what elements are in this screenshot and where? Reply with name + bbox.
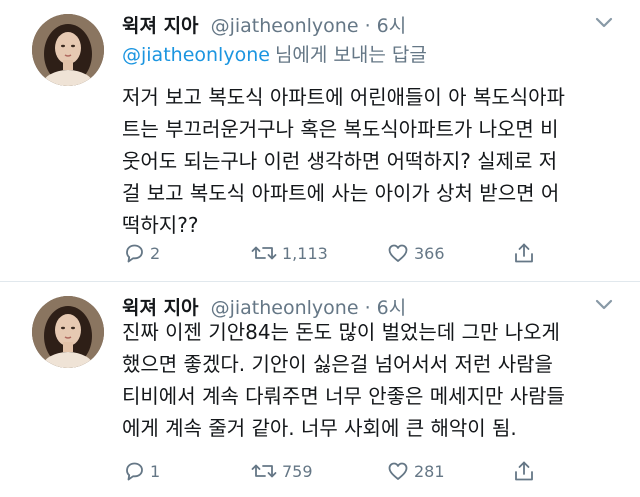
reply-to-handle[interactable]: @jiatheonlyone	[122, 44, 270, 66]
like-button[interactable]: 281	[386, 456, 445, 486]
reply-count: 2	[150, 243, 161, 263]
tweet-text-line: 떡하지??	[122, 213, 199, 237]
share-button[interactable]	[512, 456, 540, 486]
reply-to-suffix: 님에게 보내는 답글	[274, 44, 427, 66]
timestamp[interactable]: 6시	[377, 15, 407, 37]
share-icon	[515, 461, 533, 481]
user-handle[interactable]: @jiatheonlyone	[211, 15, 359, 37]
tweet-text-line: 티비에서 계속 다뤄주면 너무 안좋은 메세지만 사람들	[122, 384, 565, 408]
tweet-text-line: 진짜 이젠 기안84는 돈도 많이 벌었는데 그만 나오게	[122, 320, 560, 344]
retweet-button[interactable]: 1,113	[250, 238, 328, 268]
tweet-text-line: 트는 부끄러운거구나 혹은 복도식아파트가 나오면 비	[122, 117, 559, 141]
tweet-text-line: 했으면 좋겠다. 기안이 싫은걸 넘어서서 저런 사람을	[122, 352, 553, 376]
tweet-text: 저거 보고 복도식 아파트에 어린애들이 아 복도식아파 트는 부끄러운거구나 …	[122, 81, 622, 241]
retweet-count: 1,113	[282, 243, 328, 263]
tweet[interactable]: 윅져 지아 @jiatheonlyone · 6시 @jiatheonlyone…	[0, 0, 640, 282]
share-button[interactable]	[512, 238, 540, 268]
retweet-icon	[251, 246, 277, 260]
chevron-down-icon[interactable]	[594, 16, 614, 30]
like-button[interactable]: 366	[386, 238, 445, 268]
tweet-text-line: 걸 보고 복도식 아파트에 사는 아이가 상처 받으면 어	[122, 181, 560, 205]
tweet-text-line: 저거 보고 복도식 아파트에 어린애들이 아 복도식아파	[122, 85, 565, 109]
reply-button[interactable]: 2	[122, 238, 160, 268]
tweet-text-line: 에게 계속 줄거 같아. 너무 사회에 큰 해악이 됨.	[122, 416, 517, 440]
display-name[interactable]: 윅져 지아	[122, 15, 199, 37]
like-count: 366	[414, 243, 445, 263]
heart-icon	[388, 244, 408, 262]
avatar[interactable]	[32, 14, 104, 86]
retweet-count: 759	[282, 461, 313, 481]
heart-icon	[388, 462, 408, 480]
avatar[interactable]	[32, 296, 104, 368]
like-count: 281	[414, 461, 445, 481]
reply-button[interactable]: 1	[122, 456, 160, 486]
replying-to: @jiatheonlyone 님에게 보내는 답글	[122, 42, 427, 68]
retweet-icon	[251, 464, 277, 478]
tweet-text-line: 웃어도 되는구나 이런 생각하면 어떡하지? 실제로 저	[122, 149, 558, 173]
chevron-down-icon[interactable]	[594, 298, 614, 312]
separator-dot: ·	[364, 15, 371, 37]
tweet-header: 윅져 지아 @jiatheonlyone · 6시	[122, 12, 406, 40]
reply-icon	[126, 462, 143, 481]
reply-icon	[126, 244, 143, 263]
retweet-button[interactable]: 759	[250, 456, 313, 486]
tweet[interactable]: 윅져 지아 @jiatheonlyone · 6시 진짜 이젠 기안84는 돈도…	[0, 282, 640, 497]
tweet-text: 진짜 이젠 기안84는 돈도 많이 벌었는데 그만 나오게 했으면 좋겠다. 기…	[122, 316, 622, 444]
tweet-actions: 1 759 281	[122, 456, 622, 486]
reply-count: 1	[150, 461, 161, 481]
tweet-actions: 2 1,113 366	[122, 238, 622, 268]
share-icon	[515, 243, 533, 263]
